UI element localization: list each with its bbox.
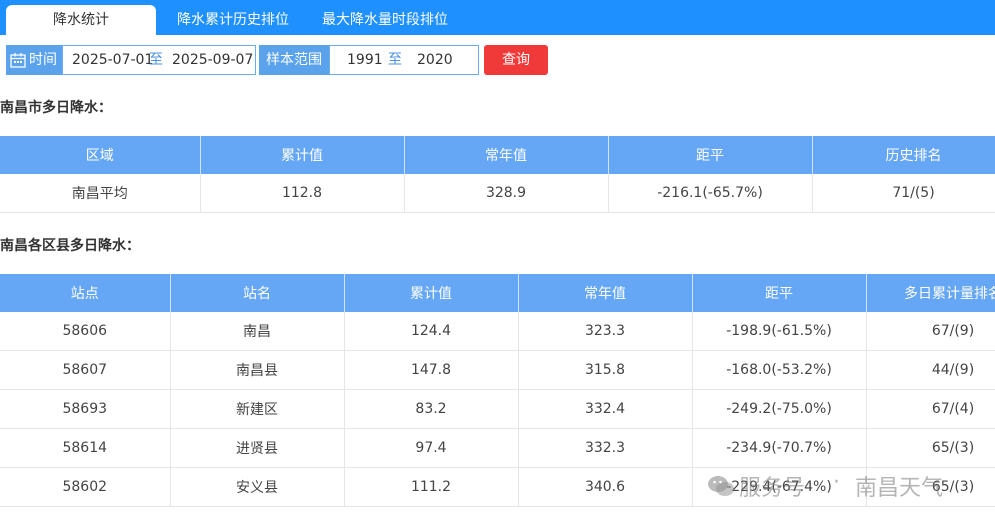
query-button[interactable]: 查询 bbox=[484, 45, 548, 75]
city-precip-title: 南昌市多日降水： bbox=[0, 100, 112, 116]
watermark-dot: · bbox=[833, 470, 840, 495]
cell: 44/(9) bbox=[866, 350, 995, 390]
cell: 332.3 bbox=[518, 428, 693, 468]
cell: 323.3 bbox=[518, 312, 693, 351]
column-header: 常年值 bbox=[404, 136, 609, 174]
cell: 83.2 bbox=[344, 389, 519, 429]
top-tab-bar: 降水统计 降水累计历史排位 最大降水量时段排位 bbox=[0, 0, 995, 35]
table-row: 58606 南昌 124.4 323.3 -198.9(-61.5%) 67/(… bbox=[0, 312, 995, 351]
cell: 328.9 bbox=[404, 174, 609, 213]
column-header: 站点 bbox=[0, 274, 171, 312]
table-header-row: 站点 站名 累计值 常年值 距平 多日累计量排名 bbox=[0, 274, 995, 312]
watermark-account-name: 南昌天气 bbox=[855, 476, 944, 501]
cell: -216.1(-65.7%) bbox=[608, 174, 813, 213]
column-header: 区域 bbox=[0, 136, 201, 174]
calendar-icon bbox=[10, 53, 26, 68]
date-range-separator: 至 bbox=[149, 52, 163, 68]
cell: 147.8 bbox=[344, 350, 519, 390]
column-header: 距平 bbox=[608, 136, 813, 174]
cell: 58693 bbox=[0, 389, 171, 429]
cell: 67/(4) bbox=[866, 389, 995, 429]
cell: 进贤县 bbox=[170, 428, 345, 468]
cell: 58606 bbox=[0, 312, 171, 351]
tab-max-period-rank[interactable]: 最大降水量时段排位 bbox=[310, 5, 460, 35]
cell: 58602 bbox=[0, 467, 171, 507]
cell: 315.8 bbox=[518, 350, 693, 390]
cell: 65/(3) bbox=[866, 428, 995, 468]
time-label-text: 时间 bbox=[29, 52, 57, 68]
sample-range-label: 样本范围 bbox=[259, 45, 329, 75]
column-header: 常年值 bbox=[518, 274, 693, 312]
cell: 安义县 bbox=[170, 467, 345, 507]
start-date-value[interactable]: 2025-07-01 bbox=[72, 46, 153, 74]
year-range-separator: 至 bbox=[388, 52, 402, 68]
cell: 67/(9) bbox=[866, 312, 995, 351]
cell: 340.6 bbox=[518, 467, 693, 507]
cell: -234.9(-70.7%) bbox=[692, 428, 867, 468]
wechat-icon bbox=[708, 476, 734, 496]
cell: 111.2 bbox=[344, 467, 519, 507]
cell: 58607 bbox=[0, 350, 171, 390]
date-range-input[interactable]: 2025-07-01 至 2025-09-07 bbox=[62, 45, 256, 75]
cell: 112.8 bbox=[200, 174, 405, 213]
cell: 332.4 bbox=[518, 389, 693, 429]
cell: -168.0(-53.2%) bbox=[692, 350, 867, 390]
table-row: 58693 新建区 83.2 332.4 -249.2(-75.0%) 67/(… bbox=[0, 389, 995, 429]
column-header: 站名 bbox=[170, 274, 345, 312]
cell: -198.9(-61.5%) bbox=[692, 312, 867, 351]
cell: 南昌 bbox=[170, 312, 345, 351]
column-header: 多日累计量排名 bbox=[866, 274, 995, 312]
cell: 124.4 bbox=[344, 312, 519, 351]
tab-precipitation-stats[interactable]: 降水统计 bbox=[6, 5, 156, 35]
cell: 58614 bbox=[0, 428, 171, 468]
cell: 97.4 bbox=[344, 428, 519, 468]
district-precip-table: 站点 站名 累计值 常年值 距平 多日累计量排名 58606 南昌 124.4 … bbox=[0, 274, 995, 507]
cell: 71/(5) bbox=[812, 174, 995, 213]
tab-cumulative-history-rank[interactable]: 降水累计历史排位 bbox=[165, 5, 301, 35]
start-year-value[interactable]: 1991 bbox=[347, 46, 383, 74]
watermark-label: 服务号 bbox=[739, 476, 806, 501]
filter-bar: 时间 2025-07-01 至 2025-09-07 样本范围 1991 至 2… bbox=[6, 45, 566, 75]
table-row: 58614 进贤县 97.4 332.3 -234.9(-70.7%) 65/(… bbox=[0, 428, 995, 468]
column-header: 距平 bbox=[692, 274, 867, 312]
table-header-row: 区域 累计值 常年值 距平 历史排名 bbox=[0, 136, 995, 174]
end-year-value[interactable]: 2020 bbox=[417, 46, 453, 74]
city-precip-table: 区域 累计值 常年值 距平 历史排名 南昌平均 112.8 328.9 -216… bbox=[0, 136, 995, 213]
end-date-value[interactable]: 2025-09-07 bbox=[172, 46, 253, 74]
cell: 南昌县 bbox=[170, 350, 345, 390]
year-range-input[interactable]: 1991 至 2020 bbox=[329, 45, 479, 75]
table-row: 南昌平均 112.8 328.9 -216.1(-65.7%) 71/(5) bbox=[0, 174, 995, 213]
column-header: 历史排名 bbox=[812, 136, 995, 174]
column-header: 累计值 bbox=[344, 274, 519, 312]
cell: 新建区 bbox=[170, 389, 345, 429]
time-label: 时间 bbox=[6, 45, 62, 75]
cell: 南昌平均 bbox=[0, 174, 201, 213]
table-row: 58607 南昌县 147.8 315.8 -168.0(-53.2%) 44/… bbox=[0, 350, 995, 390]
cell: -249.2(-75.0%) bbox=[692, 389, 867, 429]
table-row: 58602 安义县 111.2 340.6 -229.4(-67.4%) 65/… bbox=[0, 467, 995, 507]
column-header: 累计值 bbox=[200, 136, 405, 174]
district-precip-title: 南昌各区县多日降水： bbox=[0, 238, 140, 254]
